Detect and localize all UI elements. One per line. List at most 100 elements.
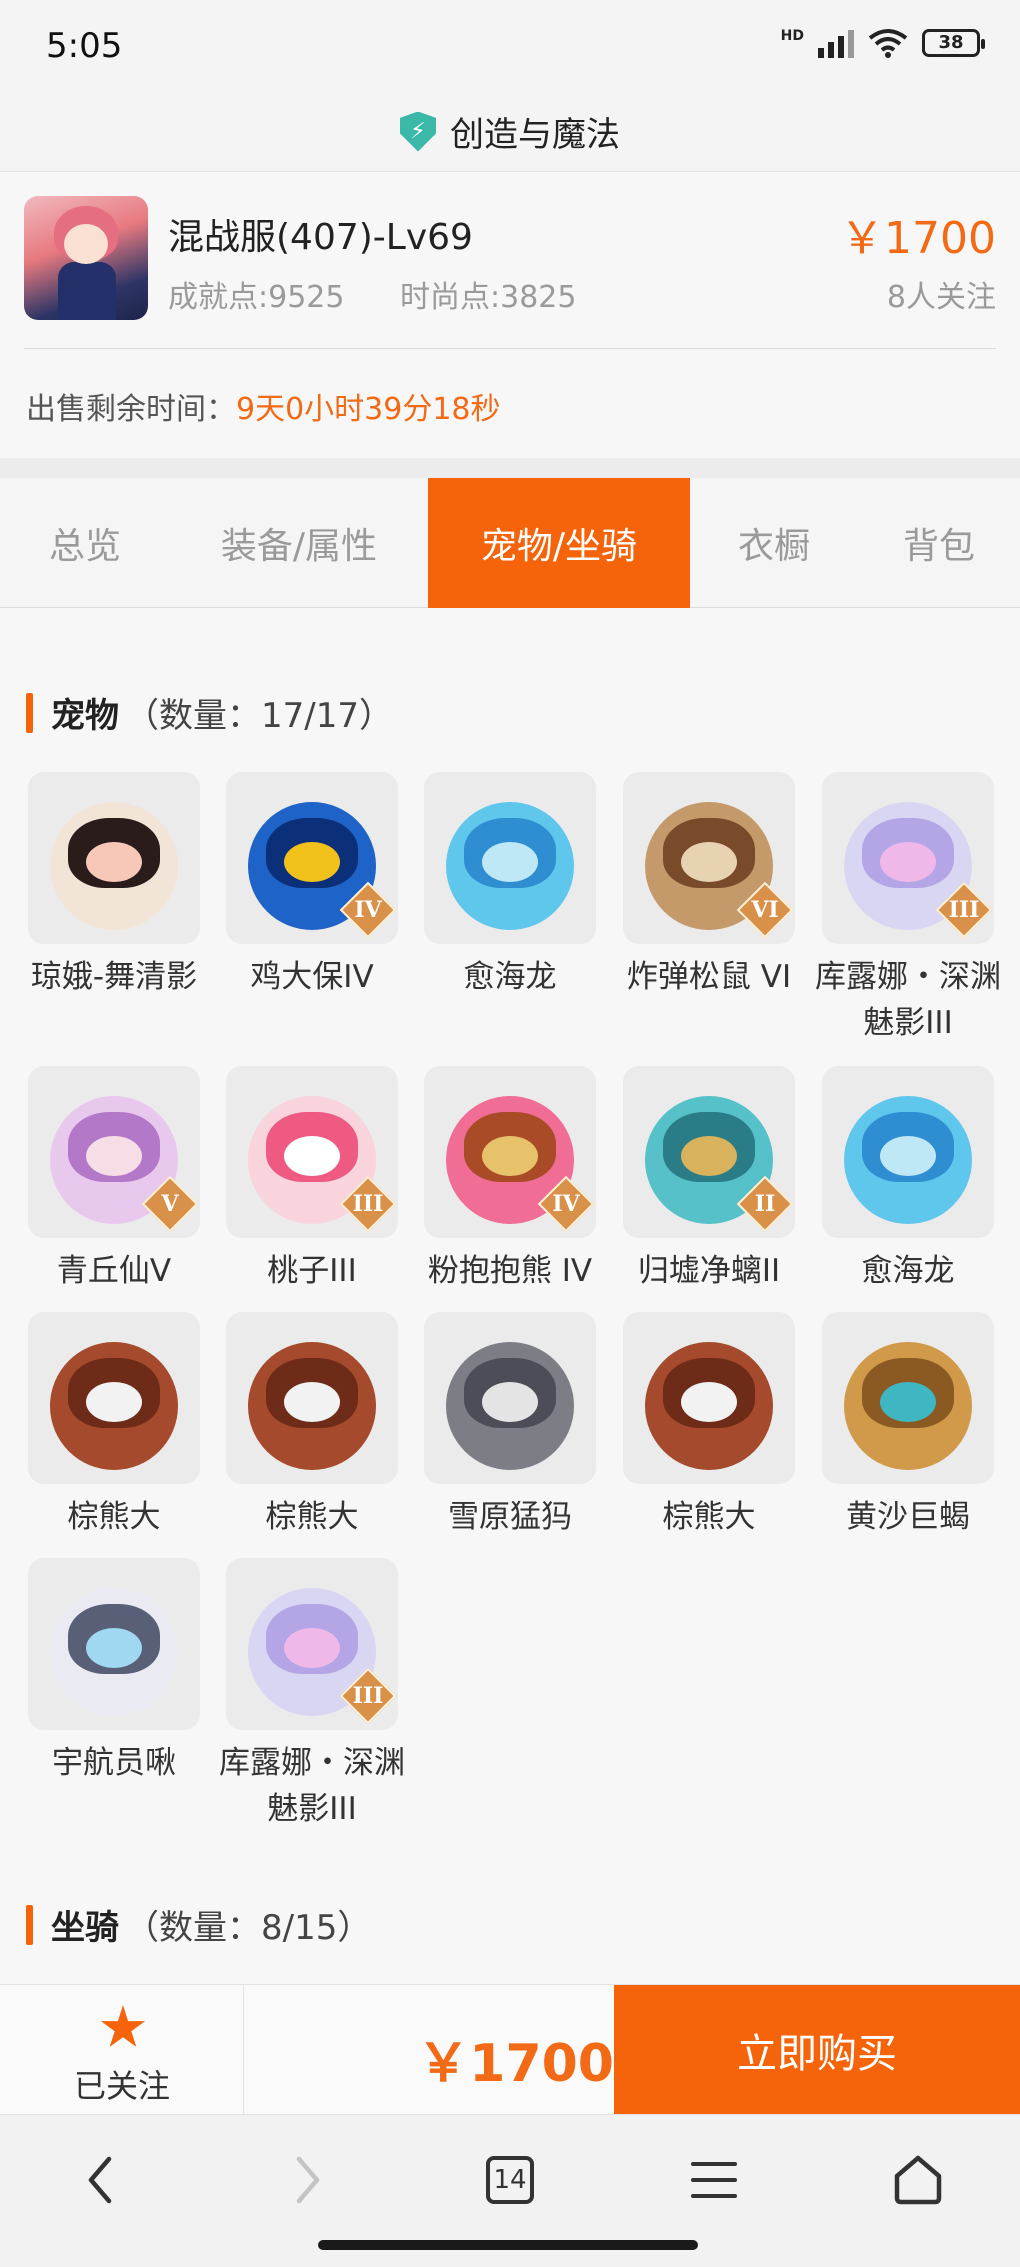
pet-item[interactable]: 雪原猛犸 (424, 1312, 596, 1540)
back-button[interactable] (60, 2145, 140, 2215)
pet-name: 归墟净螭II (637, 1253, 781, 1289)
server-name: 混战服(407)-Lv69 (168, 217, 473, 258)
menu-icon (691, 2162, 737, 2198)
squirrel-icon: VI (623, 772, 795, 944)
forward-icon (296, 2156, 320, 2204)
pet-name: 琼娥-舞清影 (30, 959, 198, 995)
pet-item[interactable]: III 桃子III (226, 1066, 398, 1294)
brown-bear-icon (226, 1312, 398, 1484)
pet-name: 库露娜・深渊魅影III (219, 1745, 405, 1827)
pet-name: 愈海龙 (861, 1253, 955, 1289)
pet-name: 黄沙巨蝎 (846, 1499, 970, 1535)
pet-name: 鸡大保IV (250, 959, 374, 995)
sea-dragon-icon (822, 1066, 994, 1238)
sale-time-row: 出售剩余时间：9天0小时39分18秒 (26, 384, 501, 428)
sea-dragon-icon (424, 772, 596, 944)
tab-backpack[interactable]: 背包 (858, 478, 1020, 608)
bottom-action-bar: 已关注 ￥1700 立即购买 (0, 1984, 1020, 2115)
sale-time-value: 9天0小时39分18秒 (236, 392, 501, 427)
battery-icon: 38 (922, 29, 985, 57)
follow-button[interactable]: 已关注 (0, 1985, 244, 2115)
pink-bear-icon: IV (424, 1066, 596, 1238)
pet-item[interactable]: III 库露娜・深渊魅影III (815, 772, 1001, 1046)
scorpion-icon (822, 1312, 994, 1484)
pet-item[interactable]: IV 粉抱抱熊 IV (424, 1066, 596, 1294)
tab-bar: 总览 装备/属性 宠物/坐骑 衣橱 背包 (0, 478, 1020, 608)
signal-icon (818, 28, 854, 58)
tab-wardrobe[interactable]: 衣橱 (690, 478, 858, 608)
pet-name: 宇航员啾 (52, 1745, 176, 1781)
brown-bear-icon (623, 1312, 795, 1484)
section-marker (26, 692, 33, 733)
blue-bird-icon: IV (226, 772, 398, 944)
pet-item[interactable]: II 归墟净螭II (623, 1066, 795, 1294)
pet-item[interactable]: V 青丘仙V (28, 1066, 200, 1294)
tab-equipment[interactable]: 装备/属性 (170, 478, 428, 608)
hd-label: HD (780, 28, 804, 44)
pet-name: 棕熊大 (67, 1499, 161, 1535)
divider (24, 348, 996, 349)
title-bar: ⚡ 创造与魔法 (0, 92, 1020, 172)
section-count: （数量：17/17） (125, 696, 393, 736)
pets-section-title: 宠物 （数量：17/17） (26, 688, 393, 737)
sale-time-label: 出售剩余时间： (26, 392, 236, 427)
pet-name: 青丘仙V (56, 1253, 172, 1289)
followers-count: 8人关注 (886, 280, 996, 315)
jade-dragon-icon: II (623, 1066, 795, 1238)
page-title: 创造与魔法 (450, 115, 620, 155)
forward-button[interactable] (268, 2145, 348, 2215)
follow-label: 已关注 (73, 2067, 170, 2105)
pet-item[interactable]: 棕熊大 (28, 1312, 200, 1540)
divider (0, 458, 1020, 478)
bottom-price: ￥1700 (417, 2034, 614, 2094)
pet-item[interactable]: 黄沙巨蝎 (822, 1312, 994, 1540)
star-icon (100, 2005, 146, 2047)
fairy-icon (28, 772, 200, 944)
account-header: 混战服(407)-Lv69 成就点:9525 时尚点:3825 ￥1700 8人… (0, 172, 1020, 458)
tab-pets-mounts[interactable]: 宠物/坐骑 (428, 478, 690, 608)
pet-item[interactable]: 棕熊大 (623, 1312, 795, 1540)
pet-name: 桃子III (267, 1253, 357, 1289)
status-icons: HD 38 (780, 28, 985, 58)
pet-item[interactable]: 宇航员啾 (28, 1558, 200, 1786)
home-icon (894, 2155, 942, 2205)
buy-now-button[interactable]: 立即购买 (614, 1985, 1020, 2115)
phantom-icon: III (822, 772, 994, 944)
home-button[interactable] (878, 2145, 958, 2215)
pet-item[interactable]: III 库露娜・深渊魅影III (219, 1558, 405, 1832)
pet-name: 棕熊大 (662, 1499, 756, 1535)
back-icon (88, 2156, 112, 2204)
fashion-points: 时尚点:3825 (400, 280, 577, 315)
pet-item[interactable]: 愈海龙 (424, 772, 596, 1000)
astronaut-icon (28, 1558, 200, 1730)
status-time: 5:05 (46, 26, 123, 66)
pet-name: 库露娜・深渊魅影III (815, 959, 1001, 1041)
achievement-points: 成就点:9525 (168, 280, 345, 315)
wifi-icon (868, 29, 908, 58)
tab-overview[interactable]: 总览 (0, 478, 170, 608)
pet-item[interactable]: 琼娥-舞清影 (28, 772, 200, 1000)
pet-name: 炸弹松鼠 VI (626, 959, 792, 995)
shield-icon: ⚡ (400, 111, 436, 152)
peach-cat-icon: III (226, 1066, 398, 1238)
pet-item[interactable]: 棕熊大 (226, 1312, 398, 1540)
menu-button[interactable] (674, 2145, 754, 2215)
status-bar: 5:05 HD 38 (0, 0, 1020, 92)
tab-count-icon: 14 (486, 2156, 534, 2204)
price-label: ￥1700 (840, 213, 996, 264)
section-count: （数量：8/15） (125, 1908, 372, 1948)
section-title: 宠物 (51, 696, 119, 736)
pet-name: 雪原猛犸 (448, 1499, 572, 1535)
pet-item[interactable]: IV 鸡大保IV (226, 772, 398, 1000)
pet-name: 粉抱抱熊 IV (427, 1253, 593, 1289)
gesture-bar (318, 2240, 698, 2250)
pets-content: 宠物 （数量：17/17） 琼娥-舞清影 IV 鸡大保IV 愈海龙 VI 炸弹松鼠 VI I… (0, 608, 1020, 1984)
pet-item[interactable]: VI 炸弹松鼠 VI (623, 772, 795, 1000)
fox-fairy-icon: V (28, 1066, 200, 1238)
tabs-button[interactable]: 14 (470, 2145, 550, 2215)
section-title: 坐骑 (51, 1908, 119, 1948)
mammoth-icon (424, 1312, 596, 1484)
avatar (24, 196, 148, 320)
pet-item[interactable]: 愈海龙 (822, 1066, 994, 1294)
section-marker (26, 1904, 33, 1945)
